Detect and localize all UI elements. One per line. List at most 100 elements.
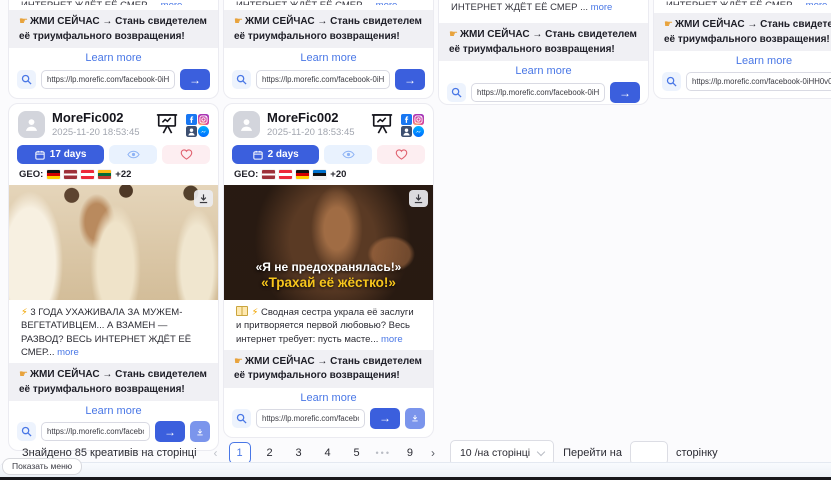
platform-icons [401, 112, 424, 135]
favorite-button[interactable] [162, 145, 210, 164]
arrow-right-icon: → [189, 74, 201, 86]
messenger-icon[interactable] [413, 124, 424, 135]
flag-lithuania-icon [98, 170, 111, 179]
learn-more-link[interactable]: Learn more [224, 388, 433, 406]
download-image-icon[interactable] [409, 190, 428, 207]
learn-more-link[interactable]: Learn more [9, 48, 218, 66]
facebook-icon[interactable] [401, 112, 412, 123]
views-button[interactable] [324, 145, 372, 164]
landing-url-input[interactable] [41, 70, 175, 89]
overlay-line-2: «Трахай её жёстко!» [224, 275, 433, 290]
pagination-ellipsis[interactable]: ••• [376, 448, 391, 458]
page-size-value: 10 /на сторінці [460, 447, 530, 459]
open-url-button[interactable]: → [610, 82, 640, 103]
ad-preview-image[interactable] [9, 185, 218, 300]
open-url-button[interactable]: → [395, 69, 425, 90]
bottom-bar [0, 462, 831, 477]
pointing-hand-icon: ☛ [19, 16, 28, 27]
search-icon[interactable] [232, 70, 251, 89]
creative-card-partial: ИНТЕРНЕТ ЖДЁТ ЕЁ СМЕР ... more ☛ЖМИ СЕЙЧ… [438, 0, 649, 105]
instagram-icon[interactable] [413, 112, 424, 123]
geo-more-count[interactable]: +22 [115, 169, 131, 180]
messenger-icon[interactable] [198, 124, 209, 135]
page-button-5[interactable]: 5 [347, 444, 367, 462]
ad-preview-image[interactable]: «Я не предохранялась!» «Трахай её жёстко… [224, 185, 433, 300]
chart-board-icon[interactable] [155, 112, 179, 140]
learn-more-link[interactable]: Learn more [654, 51, 831, 69]
landing-url-row: → [9, 66, 218, 98]
favorite-button[interactable] [377, 145, 425, 164]
show-menu-button[interactable]: Показать меню [2, 458, 82, 475]
book-icon [236, 306, 248, 316]
landing-url-row: → [224, 406, 433, 437]
flag-latvia-icon [64, 170, 77, 179]
landing-url-input[interactable] [256, 409, 365, 428]
search-icon[interactable] [17, 422, 36, 441]
geo-label: GEO: [19, 169, 43, 180]
profile-row: MoreFic002 2025-11-20 18:53:45 [224, 104, 433, 144]
eye-icon [127, 150, 140, 159]
image-overlay-text: «Я не предохранялась!» «Трахай её жёстко… [224, 260, 433, 290]
heart-icon [395, 149, 408, 160]
page-button-1[interactable]: 1 [229, 442, 251, 464]
landing-url-input[interactable] [41, 422, 150, 441]
arrow-right-icon: → [164, 426, 176, 438]
download-image-icon[interactable] [194, 190, 213, 207]
page-button-4[interactable]: 4 [318, 444, 338, 462]
cta-headline: ☛ЖМИ СЕЙЧАС → Стань свидетелем её триумф… [439, 23, 648, 61]
goto-suffix: сторінку [676, 447, 718, 459]
creative-card-partial: ИНТЕРНЕТ ЖДЁТ ЕЁ СМЕР ... more ☛ЖМИ СЕЙЧ… [8, 0, 219, 99]
more-link[interactable]: more [381, 334, 403, 345]
flag-austria-icon [279, 170, 292, 179]
page-button-3[interactable]: 3 [289, 444, 309, 462]
profile-info: MoreFic002 2025-11-20 18:53:45 [52, 111, 148, 138]
avatar [233, 111, 260, 138]
prev-page-icon[interactable]: ‹ [212, 446, 220, 460]
search-icon[interactable] [447, 83, 466, 102]
download-url-button[interactable] [405, 408, 425, 429]
learn-more-link[interactable]: Learn more [439, 61, 648, 79]
landing-url-input[interactable] [256, 70, 390, 89]
cta-headline: ☛ЖМИ СЕЙЧАС → Стань свидетелем её триумф… [224, 350, 433, 388]
geo-label: GEO: [234, 169, 258, 180]
open-url-button[interactable]: → [370, 408, 400, 429]
arrow-right-icon: → [379, 412, 391, 424]
geo-flags [47, 170, 111, 179]
facebook-icon[interactable] [186, 112, 197, 123]
landing-url-row [654, 69, 831, 99]
cta-headline: ☛ЖМИ СЕЙЧАС → Стань свидетелем её триумф… [654, 13, 831, 51]
profile-name: MoreFic002 [267, 111, 363, 125]
search-icon[interactable] [17, 70, 36, 89]
avatar [18, 111, 45, 138]
more-link[interactable]: more [591, 2, 613, 13]
page-button-last[interactable]: 9 [400, 444, 420, 462]
creative-card-partial: ИНТЕРНЕТ ЖДЁТ ЕЁ СМЕР ... more ☛ЖМИ СЕЙЧ… [223, 0, 434, 99]
overlay-line-1: «Я не предохранялась!» [224, 260, 433, 274]
learn-more-link[interactable]: Learn more [224, 48, 433, 66]
goto-label: Перейти на [563, 447, 622, 459]
search-icon[interactable] [662, 72, 681, 91]
flag-latvia-icon [262, 170, 275, 179]
creative-card: MoreFic002 2025-11-20 18:53:45 17 days [8, 103, 219, 451]
page-button-2[interactable]: 2 [260, 444, 280, 462]
instagram-icon[interactable] [198, 112, 209, 123]
open-url-button[interactable]: → [180, 69, 210, 90]
days-active-button[interactable]: 17 days [17, 145, 104, 164]
geo-more-count[interactable]: +20 [330, 169, 346, 180]
account-icon[interactable] [186, 124, 197, 135]
next-page-icon[interactable]: › [429, 446, 437, 460]
landing-url-input[interactable] [686, 72, 831, 91]
account-icon[interactable] [401, 124, 412, 135]
arrow-right-icon: → [619, 87, 631, 99]
ad-text: ⚡ 3 ГОДА УХАЖИВАЛА ЗА МУЖЕМ-ВЕГЕТАТИВЦЕМ… [9, 300, 218, 363]
landing-url-input[interactable] [471, 83, 605, 102]
days-active-button[interactable]: 2 days [232, 145, 319, 164]
learn-more-link[interactable]: Learn more [9, 401, 218, 419]
more-link[interactable]: more [57, 347, 79, 358]
profile-info: MoreFic002 2025-11-20 18:53:45 [267, 111, 363, 138]
views-button[interactable] [109, 145, 157, 164]
search-icon[interactable] [232, 409, 251, 428]
card-action-icons [155, 111, 209, 140]
pointing-hand-icon: ☛ [234, 356, 243, 367]
chart-board-icon[interactable] [370, 112, 394, 140]
